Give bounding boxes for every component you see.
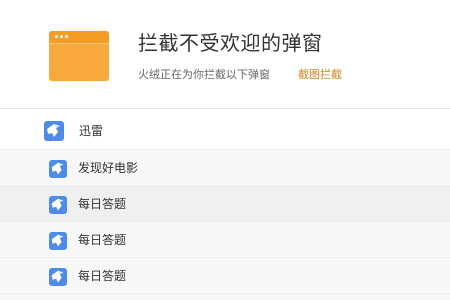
app-name: 迅雷: [79, 124, 104, 138]
popup-row[interactable]: 每日答题: [0, 257, 450, 293]
xunlei-bird-icon: [49, 160, 67, 178]
window-dot: [55, 35, 58, 38]
popup-list: 迅雷 发现好电影 每日答题 每日答题 每日答题: [0, 111, 450, 300]
popup-name: 发现好电影: [78, 161, 139, 175]
header: 拦截不受欢迎的弹窗 火绒正在为你拦截以下弹窗 截图拦截: [0, 0, 450, 108]
popup-blocker-panel: 拦截不受欢迎的弹窗 火绒正在为你拦截以下弹窗 截图拦截 迅雷 发现好电影 每日答…: [0, 0, 450, 300]
screenshot-block-link[interactable]: 截图拦截: [298, 68, 342, 82]
xunlei-bird-icon: [49, 232, 67, 250]
popup-row[interactable]: 发现好电影: [0, 149, 450, 185]
xunlei-bird-icon: [44, 121, 64, 141]
page-title: 拦截不受欢迎的弹窗: [138, 31, 323, 55]
popup-name: 每日答题: [78, 197, 127, 211]
popup-name: 每日答题: [78, 233, 127, 247]
window-dot: [60, 35, 63, 38]
window-divider: [49, 43, 109, 44]
xunlei-bird-icon: [49, 196, 67, 214]
header-divider: [0, 108, 450, 109]
app-row-xunlei[interactable]: 迅雷: [0, 111, 450, 149]
window-icon: [49, 31, 109, 81]
xunlei-bird-icon: [49, 268, 67, 286]
popup-row[interactable]: 每日答题: [0, 185, 450, 221]
popup-name: 每日答题: [78, 269, 127, 283]
list-next-row-partial: [0, 293, 450, 300]
page-subtitle: 火绒正在为你拦截以下弹窗: [138, 68, 270, 81]
window-titlebar: [49, 31, 109, 43]
window-dot: [65, 35, 68, 38]
popup-row[interactable]: 每日答题: [0, 221, 450, 257]
